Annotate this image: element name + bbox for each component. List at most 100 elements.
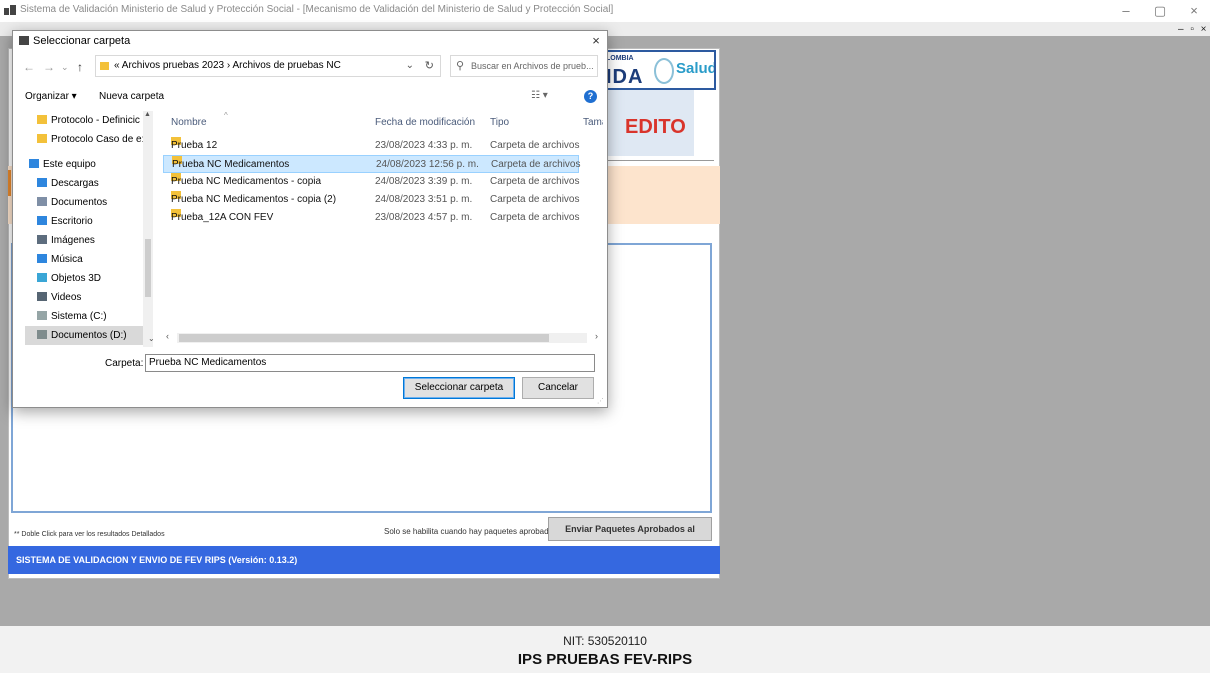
pictures-icon [37,235,47,244]
organize-menu[interactable]: Organizar ▾ [25,91,77,102]
breadcrumb-item[interactable]: Archivos de pruebas NC [232,60,340,71]
company-name: IPS PRUEBAS FEV-RIPS [517,651,693,668]
scroll-thumb[interactable] [179,334,549,342]
file-type: Carpeta de archivos [490,212,580,223]
mdi-window-controls[interactable]: – ▫ × [1178,24,1209,35]
send-approved-button[interactable]: Enviar Paquetes Aprobados al [548,517,712,541]
dialog-close-button[interactable]: × [585,32,607,50]
back-arrow-icon[interactable]: ← [23,60,35,74]
breadcrumb-item[interactable]: Archivos pruebas 2023 [122,60,224,71]
file-row[interactable]: Prueba NC Medicamentos - copia (2) 24/08… [163,191,580,209]
file-row-selected[interactable]: Prueba NC Medicamentos 24/08/2023 12:56 … [163,155,581,173]
column-header-size[interactable]: Tama [583,117,603,128]
computer-icon [29,159,39,168]
scroll-thumb[interactable] [145,239,151,297]
file-list: Nombre ^ Fecha de modificación Tipo Tama… [163,111,603,347]
resize-grip-icon[interactable]: ⋰ [597,397,604,405]
status-bar: SISTEMA DE VALIDACION Y ENVIO DE FEV RIP… [8,546,720,574]
file-type: Carpeta de archivos [491,159,581,170]
logo-text-top: LOMBIA [606,55,634,62]
3d-objects-icon [37,273,47,282]
nav-item-label: Protocolo Caso de e: [51,134,145,145]
nav-item-label: Escritorio [51,216,93,227]
credito-panel: EDITO [600,90,694,156]
main-titlebar: Sistema de Validación Ministerio de Salu… [0,0,1210,22]
view-options-icon[interactable]: ☷ ▾ [531,90,548,101]
nav-item[interactable]: Descargas [25,174,153,193]
file-row[interactable]: Prueba NC Medicamentos - copia 24/08/202… [163,173,580,191]
recent-locations-icon[interactable]: ⌄ [61,62,69,73]
folder-icon [37,115,47,124]
navigation-pane: Protocolo - Definicic Protocolo Caso de … [25,111,155,347]
close-button[interactable]: × [1178,0,1210,22]
emblem-icon [654,58,674,84]
column-header-type[interactable]: Tipo [490,117,509,128]
forward-arrow-icon[interactable]: → [43,60,55,74]
download-icon [37,178,47,187]
nav-item-label: Este equipo [43,159,96,170]
nav-item-label: Documentos [51,197,108,208]
column-header-date[interactable]: Fecha de modificación [375,117,475,128]
nav-item[interactable]: Objetos 3D [25,269,153,288]
nav-item-label: Sistema (C:) [51,311,107,322]
column-header-name[interactable]: Nombre [171,117,207,128]
minimize-button[interactable]: – [1110,0,1142,22]
search-placeholder: Buscar en Archivos de prueb... [471,61,594,71]
file-row[interactable]: Prueba 12 23/08/2023 4:33 p. m. Carpeta … [163,137,580,155]
file-name-text: Prueba NC Medicamentos - copia [171,176,322,187]
nav-item[interactable]: Protocolo Caso de e: [25,130,153,149]
address-bar[interactable]: « Archivos pruebas 2023 › Archivos de pr… [95,55,441,77]
file-name-text: Prueba NC Medicamentos - copia (2) [171,194,337,205]
search-input[interactable]: ⚲ Buscar en Archivos de prueb... [450,55,598,77]
maximize-button[interactable]: ▢ [1144,0,1176,22]
folder-label: Carpeta: [105,358,144,369]
approved-only-note: Solo se habilita cuando hay paquetes apr… [384,527,558,536]
file-date: 23/08/2023 4:33 p. m. [375,140,473,151]
cancel-button[interactable]: Cancelar [522,377,594,399]
refresh-icon[interactable]: ↻ [425,56,434,76]
file-date: 24/08/2023 3:51 p. m. [375,194,473,205]
app-icon [4,5,16,18]
file-type: Carpeta de archivos [490,194,580,205]
nav-item[interactable]: Sistema (C:) [25,307,153,326]
breadcrumb-separator: › [226,60,231,71]
videos-icon [37,292,47,301]
nav-item[interactable]: Videos [25,288,153,307]
scroll-right-icon[interactable]: › [595,331,598,341]
music-icon [37,254,47,263]
nav-item[interactable]: Documentos (D:) [25,326,153,345]
nav-item-label: Imágenes [51,235,95,246]
nav-item-this-pc[interactable]: Este equipo [25,155,153,174]
nav-collapse-chevron-icon[interactable]: ⌄ [148,334,155,343]
select-folder-dialog: Seleccionar carpeta × ← → ⌄ ↑ « Archivos… [12,30,608,408]
dialog-title-text: Seleccionar carpeta [33,35,131,47]
file-name-text: Prueba NC Medicamentos [172,159,290,170]
nav-item[interactable]: Documentos [25,193,153,212]
logo-salud-text: Salud [676,60,716,77]
window-title: Sistema de Validación Ministerio de Salu… [20,4,614,15]
file-row[interactable]: Prueba_12A CON FEV 23/08/2023 4:57 p. m.… [163,209,580,227]
address-dropdown-icon[interactable]: ⌄ [406,56,414,76]
horizontal-scrollbar[interactable]: ‹ › [163,331,607,345]
nit-label: NIT: 530520110 [563,634,647,648]
nav-scrollbar[interactable]: ▲ [143,111,153,347]
nav-item[interactable]: Protocolo - Definicic [25,111,153,130]
scroll-up-icon[interactable]: ▲ [144,111,151,118]
scroll-left-icon[interactable]: ‹ [166,331,169,341]
new-folder-button[interactable]: Nueva carpeta [99,91,164,102]
nav-item[interactable]: Imágenes [25,231,153,250]
select-folder-button[interactable]: Seleccionar carpeta [403,377,515,399]
dialog-title: Seleccionar carpeta [19,35,130,47]
nav-item-label: Objetos 3D [51,273,102,284]
help-icon[interactable]: ? [584,90,597,103]
folder-icon [37,134,47,143]
nav-item[interactable]: Música [25,250,153,269]
file-name-text: Prueba_12A CON FEV [171,212,274,223]
logo-text-big: IDA [606,66,644,88]
folder-name-input[interactable]: Prueba NC Medicamentos [145,354,595,372]
file-name-text: Prueba 12 [171,140,218,151]
nav-item[interactable]: Escritorio [25,212,153,231]
folder-icon [100,62,109,70]
up-arrow-icon[interactable]: ↑ [77,60,83,74]
drive-icon [37,330,47,339]
